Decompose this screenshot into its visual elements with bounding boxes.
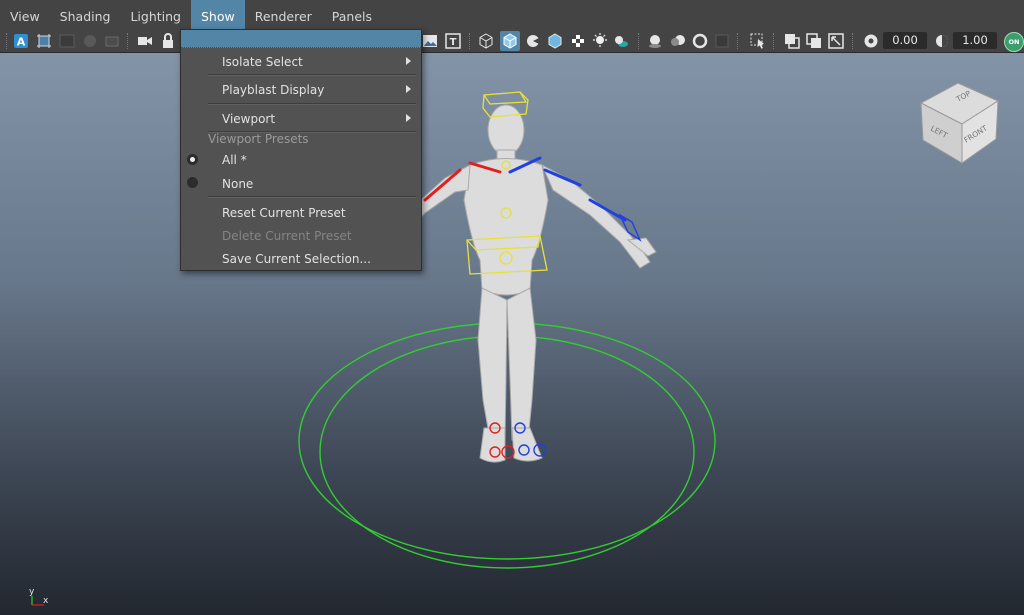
- depth-of-field-icon[interactable]: [714, 33, 730, 49]
- color-management-toggle[interactable]: ON: [1004, 32, 1024, 52]
- use-all-lights-icon[interactable]: [592, 33, 608, 49]
- default-material-icon[interactable]: [525, 33, 541, 49]
- text-icon-t: T: [450, 37, 457, 48]
- scene-render: y x TOP LEFT FRONT: [29, 82, 1000, 606]
- root-controller-outer[interactable]: [298, 322, 716, 560]
- menu-item-preset-all[interactable]: All *: [222, 153, 247, 167]
- menu-item-save-current-selection[interactable]: Save Current Selection...: [222, 252, 371, 266]
- menu-item-delete-current-preset: Delete Current Preset: [222, 229, 352, 243]
- xray-joints-icon[interactable]: [828, 33, 844, 49]
- select-camera-icon[interactable]: A: [13, 33, 29, 49]
- screen-space-ao-icon[interactable]: [647, 33, 663, 49]
- text-display-icon[interactable]: T: [445, 33, 461, 49]
- character-mesh[interactable]: [394, 104, 657, 463]
- menu-panels[interactable]: Panels: [322, 0, 382, 30]
- submenu-arrow-icon: [406, 114, 411, 122]
- submenu-arrow-icon: [406, 85, 411, 93]
- show-menu-dropdown: Isolate Select Playblast Display Viewpor…: [180, 29, 422, 271]
- panel-menu-bar: View Shading Lighting Show Renderer Pane…: [0, 0, 1024, 30]
- viewport-presets-section-label: Viewport Presets: [208, 132, 309, 146]
- submenu-arrow-icon: [406, 57, 411, 65]
- menu-item-isolate-select[interactable]: Isolate Select: [222, 55, 303, 69]
- wireframe-on-shaded-icon[interactable]: [547, 33, 563, 49]
- camera-icon[interactable]: [137, 33, 153, 49]
- textured-icon[interactable]: [570, 33, 586, 49]
- axis-gizmo: y x: [29, 587, 49, 606]
- camera-lock-icon[interactable]: [160, 33, 176, 49]
- text-icon-a: A: [17, 36, 26, 49]
- radio-preset-all[interactable]: [187, 154, 198, 165]
- menu-item-reset-current-preset[interactable]: Reset Current Preset: [222, 206, 346, 220]
- menu-item-playblast-display[interactable]: Playblast Display: [222, 83, 324, 97]
- toolbar-divider: [127, 33, 130, 49]
- smooth-shade-all-icon[interactable]: [500, 31, 520, 51]
- xray-icon[interactable]: [784, 33, 800, 49]
- menu-renderer[interactable]: Renderer: [245, 0, 322, 30]
- anti-aliasing-icon[interactable]: [692, 33, 708, 49]
- axis-x-label: x: [43, 596, 49, 606]
- menu-divider: [208, 103, 416, 105]
- shadows-icon[interactable]: [613, 33, 629, 49]
- toolbar-divider: [852, 33, 855, 49]
- camera-attributes-icon[interactable]: [36, 33, 52, 49]
- wireframe-cube-icon[interactable]: [478, 33, 494, 49]
- toolbar-divider: [469, 33, 472, 49]
- panel-toolbar: A T 0.00 1.00 ON: [0, 30, 1024, 53]
- menu-lighting[interactable]: Lighting: [120, 0, 191, 30]
- view-cube[interactable]: TOP LEFT FRONT: [919, 82, 1000, 164]
- menu-shading[interactable]: Shading: [50, 0, 121, 30]
- menu-show[interactable]: Show: [190, 0, 245, 30]
- resolution-gate-icon[interactable]: [104, 33, 120, 49]
- dropdown-tear-off-bar[interactable]: [181, 30, 421, 48]
- toolbar-divider: [638, 33, 641, 49]
- image-plane-icon[interactable]: [422, 33, 438, 49]
- menu-item-viewport[interactable]: Viewport: [222, 112, 275, 126]
- axis-y-label: y: [29, 587, 35, 597]
- gamma-field[interactable]: 1.00: [953, 32, 997, 49]
- toolbar-divider: [737, 33, 740, 49]
- gamma-icon[interactable]: [934, 33, 950, 49]
- menu-divider: [208, 196, 416, 198]
- menu-divider: [208, 74, 416, 76]
- grid-toggle-icon[interactable]: [59, 33, 75, 49]
- isolate-select-icon[interactable]: [750, 33, 766, 49]
- toolbar-divider: [773, 33, 776, 49]
- viewport-3d[interactable]: y x TOP LEFT FRONT: [0, 53, 1024, 615]
- motion-blur-icon[interactable]: [670, 33, 686, 49]
- menu-view[interactable]: View: [0, 0, 50, 30]
- radio-preset-none[interactable]: [187, 177, 198, 188]
- shaded-sphere-icon[interactable]: [82, 33, 98, 49]
- exposure-field[interactable]: 0.00: [883, 32, 927, 49]
- xray-active-components-icon[interactable]: [806, 33, 822, 49]
- toolbar-divider: [6, 33, 9, 49]
- menu-item-preset-none[interactable]: None: [222, 177, 253, 191]
- exposure-icon[interactable]: [863, 33, 879, 49]
